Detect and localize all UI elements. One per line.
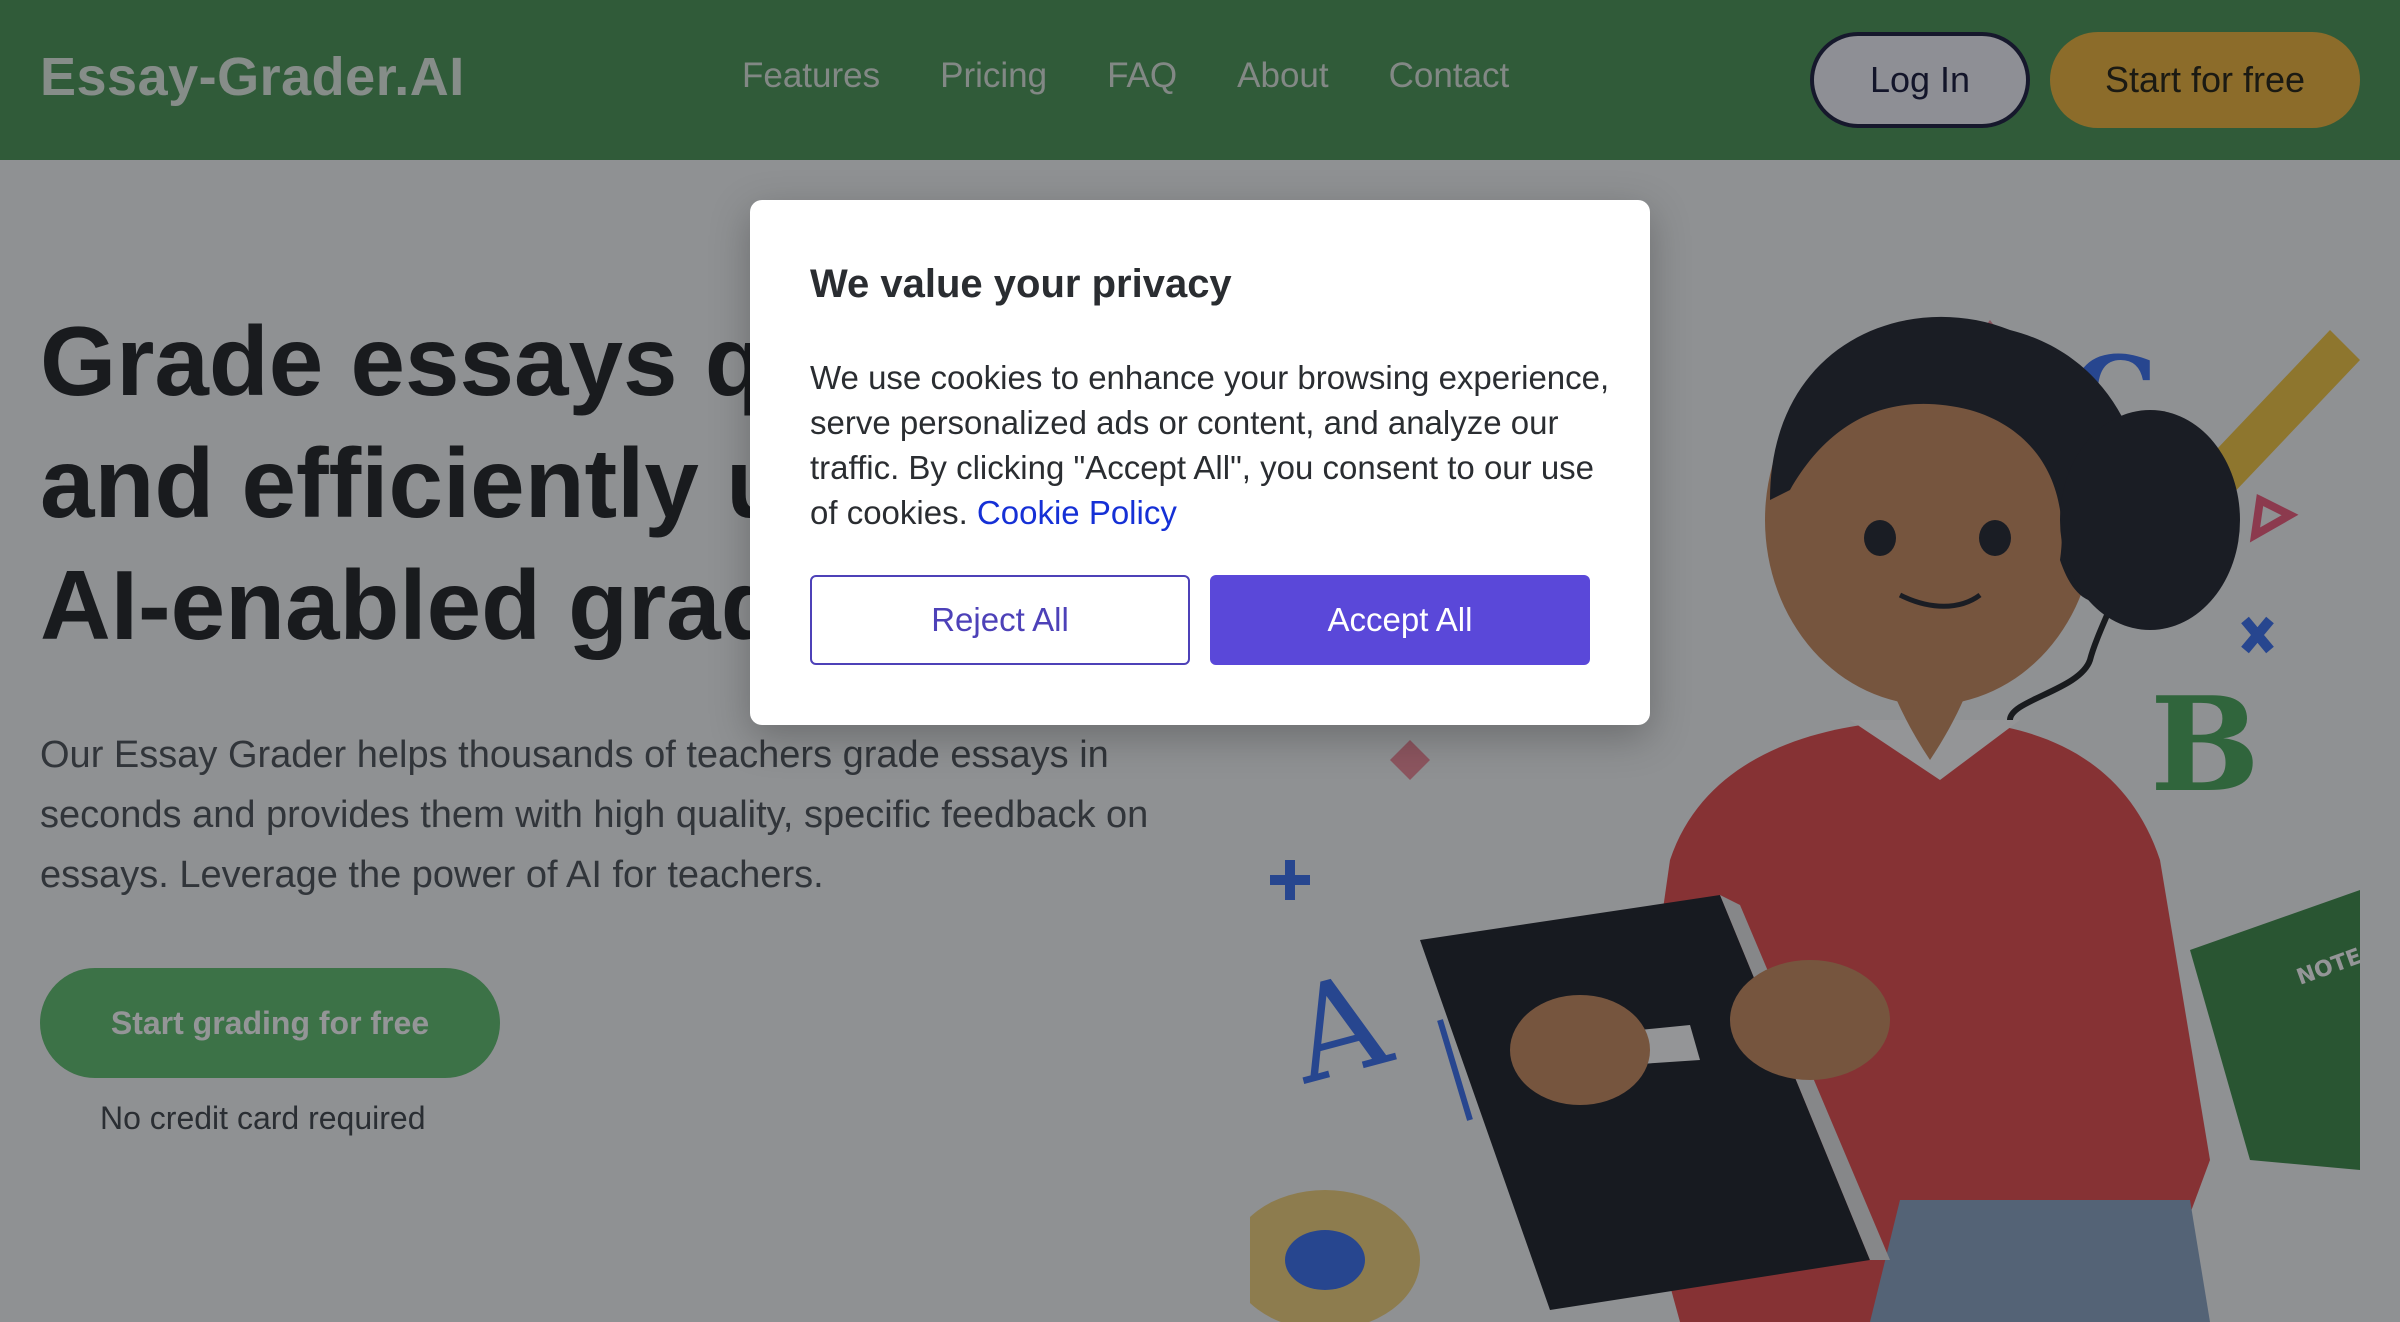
dialog-title: We value your privacy: [810, 262, 1232, 306]
cookie-policy-link[interactable]: Cookie Policy: [977, 494, 1177, 531]
dialog-text: We use cookies to enhance your browsing …: [810, 359, 1610, 531]
cookie-consent-dialog: We value your privacy We use cookies to …: [750, 200, 1650, 725]
reject-all-button[interactable]: Reject All: [810, 575, 1190, 665]
accept-all-button[interactable]: Accept All: [1210, 575, 1590, 665]
dialog-body: We use cookies to enhance your browsing …: [810, 355, 1610, 535]
